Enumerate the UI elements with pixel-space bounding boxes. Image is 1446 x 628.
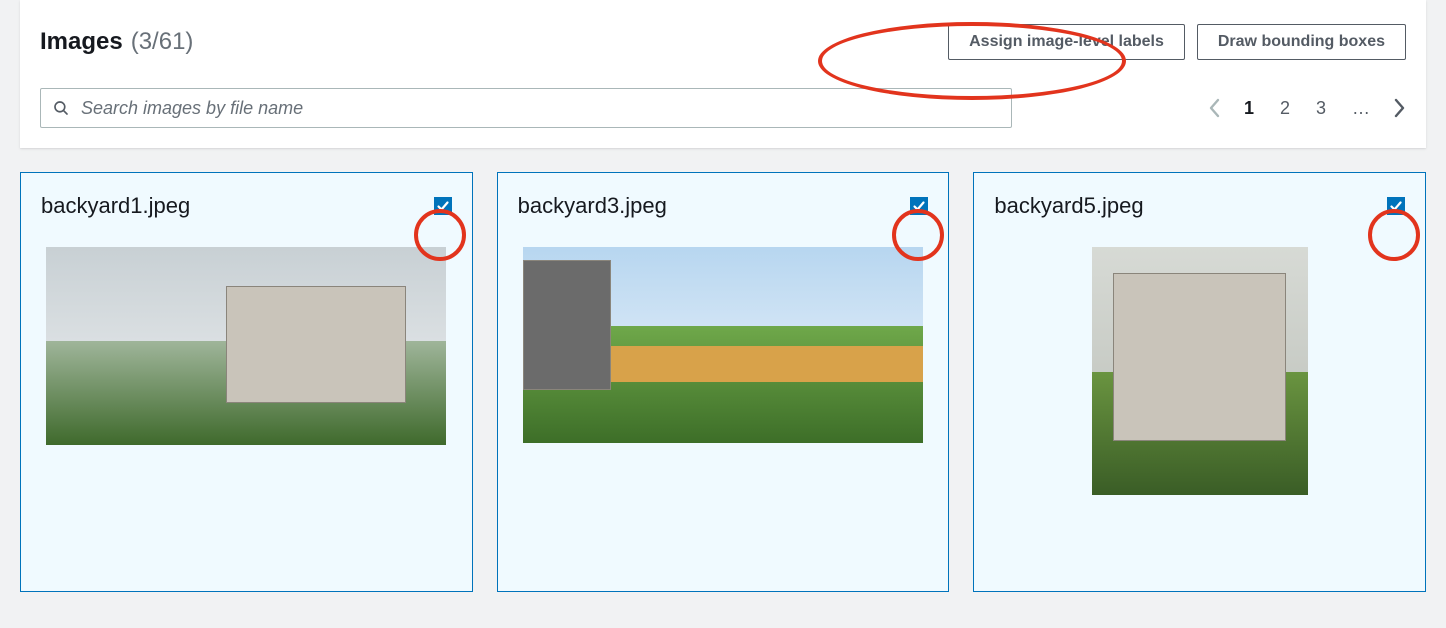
- header-actions: Assign image-level labels Draw bounding …: [948, 24, 1406, 60]
- select-checkbox[interactable]: [1387, 197, 1405, 215]
- image-filename: backyard5.jpeg: [994, 193, 1143, 219]
- pagination: 1 2 3 …: [1208, 96, 1406, 121]
- panel-count: (3/61): [131, 28, 194, 56]
- image-card[interactable]: backyard5.jpeg: [973, 172, 1426, 592]
- image-thumbnail[interactable]: [46, 247, 446, 507]
- page-1[interactable]: 1: [1240, 96, 1258, 121]
- image-cards: backyard1.jpeg backyard3.jpeg: [20, 172, 1426, 592]
- panel-header: Images (3/61) Assign image-level labels …: [40, 24, 1406, 60]
- image-card[interactable]: backyard1.jpeg: [20, 172, 473, 592]
- image-thumbnail[interactable]: [1092, 247, 1308, 571]
- search-wrap: [40, 88, 1012, 128]
- card-header: backyard3.jpeg: [518, 193, 929, 219]
- card-header: backyard5.jpeg: [994, 193, 1405, 219]
- card-header: backyard1.jpeg: [41, 193, 452, 219]
- prev-page-icon[interactable]: [1208, 97, 1222, 119]
- select-checkbox[interactable]: [910, 197, 928, 215]
- image-filename: backyard1.jpeg: [41, 193, 190, 219]
- assign-labels-button[interactable]: Assign image-level labels: [948, 24, 1185, 60]
- search-icon: [52, 99, 70, 117]
- image-filename: backyard3.jpeg: [518, 193, 667, 219]
- next-page-icon[interactable]: [1392, 97, 1406, 119]
- image-card[interactable]: backyard3.jpeg: [497, 172, 950, 592]
- draw-bounding-boxes-button[interactable]: Draw bounding boxes: [1197, 24, 1406, 60]
- select-checkbox[interactable]: [434, 197, 452, 215]
- images-panel: Images (3/61) Assign image-level labels …: [20, 0, 1426, 148]
- search-input[interactable]: [40, 88, 1012, 128]
- page-3[interactable]: 3: [1312, 96, 1330, 121]
- image-thumbnail[interactable]: [523, 247, 923, 507]
- page-2[interactable]: 2: [1276, 96, 1294, 121]
- title-wrap: Images (3/61): [40, 28, 193, 56]
- page-ellipsis: …: [1348, 96, 1374, 121]
- panel-controls: 1 2 3 …: [40, 88, 1406, 128]
- panel-title: Images: [40, 28, 123, 56]
